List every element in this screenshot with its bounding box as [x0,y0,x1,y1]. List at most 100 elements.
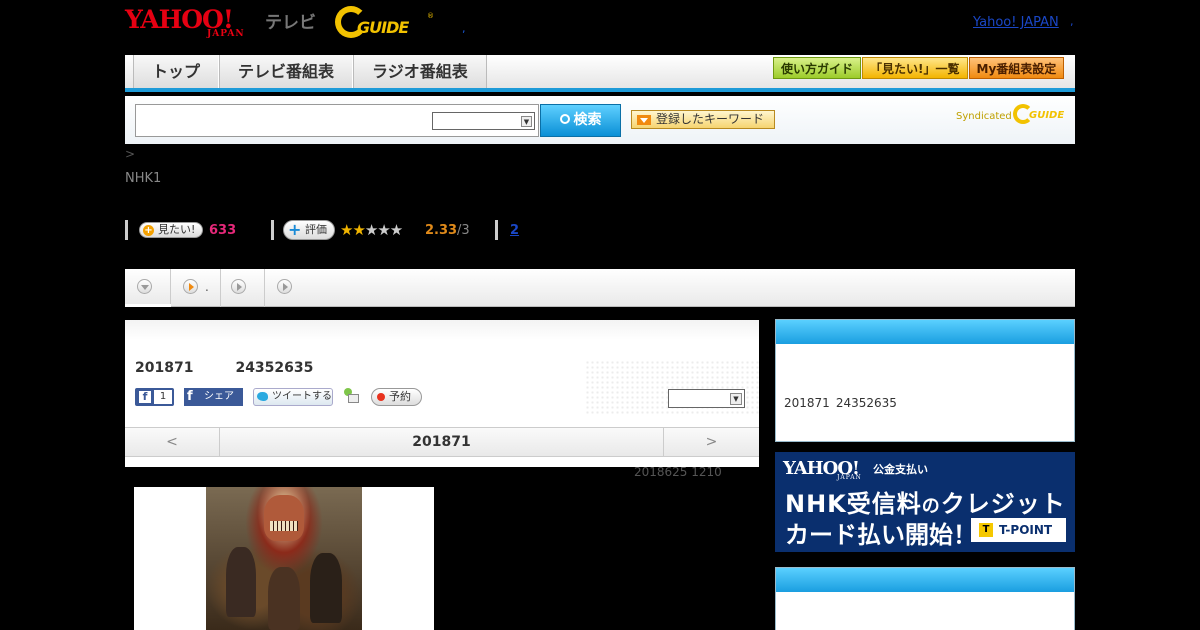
channel-name: NHK1 [125,171,162,186]
facebook-share-label: シェア [204,391,234,402]
rate-button[interactable]: + 評価 [283,220,335,240]
header: YAHOO! JAPAN テレビ GUIDE ® , Yahoo! JAPAN … [125,0,1075,55]
dropdown-arrow-icon [637,115,651,125]
review-count-link[interactable]: 2 [510,223,519,238]
play-icon [183,279,198,294]
stat-divider [495,220,498,240]
record-dot-icon [377,393,385,401]
main-nav: トップ テレビ番組表 ラジオ番組表 使い方ガイド 「見たい!」一覧 My番組表設… [125,55,1075,92]
sidebar-time: 24352635 [835,396,897,410]
usage-guide-button[interactable]: 使い方ガイド [773,57,862,79]
facebook-icon: f [139,391,151,403]
breadcrumb: > [125,147,136,161]
rating-max: /3 [457,223,470,238]
sub-nav: . [125,269,1075,307]
tpoint-icon: T [979,523,993,537]
gguide-logo-text: GUIDE [357,18,409,37]
plus-icon: + [143,225,154,236]
mitai-count: 633 [209,223,237,238]
program-stats: + 見たい! 633 + 評価 ★★★★★ 2.33 /3 2 [125,220,725,240]
subnav-tab-1[interactable] [125,269,171,307]
sidebar-box-header [776,320,1074,344]
tweet-button-label: ツイートする [272,391,332,402]
chevron-down-icon: ▼ [521,116,532,127]
program-image-frame [134,487,434,630]
broadcast-time: 24352635 [235,360,314,376]
search-category-select[interactable]: ▼ [432,112,535,130]
nav-buttons: 使い方ガイド 「見たい!」一覧 My番組表設定 [773,57,1065,79]
subnav-tab-4[interactable] [265,269,309,307]
sidebar-date: 201871 [784,396,830,410]
play-icon [277,279,292,294]
pager-current-date: 201871 [412,434,471,450]
broadcast-datetime: 201871 24352635 [135,360,313,376]
yahoo-logo-japan: JAPAN [207,29,245,39]
sidebar-box-2-header [776,568,1074,592]
reserve-button-label: 予約 [389,390,411,403]
tpoint-badge: T T-POINT [971,518,1066,542]
play-icon [231,279,246,294]
nav-tab-tv-listings[interactable]: テレビ番組表 [219,55,354,88]
search-button[interactable]: 検索 [540,104,621,137]
facebook-share-button[interactable]: f シェア [184,388,243,406]
nav-tabs: トップ テレビ番組表 ラジオ番組表 [133,55,487,88]
registered-keyword-label: 登録したキーワード [656,112,765,126]
sidebar-broadcast-box: 201871 24352635 [775,319,1075,442]
subnav-tab-3[interactable] [221,269,265,307]
add-mitai-icon[interactable] [344,388,360,404]
pager-prev-button[interactable]: < [125,428,220,456]
yahoo-japan-logo[interactable]: YAHOO! JAPAN [125,6,262,42]
chevron-down-icon [137,279,152,294]
reserve-button[interactable]: 予約 [371,388,422,406]
ad-headline-2: カード払い開始！ [785,521,977,549]
syndicated-logo-text: GUIDE [1029,110,1065,121]
rating-value: 2.33 [425,223,458,238]
tweet-button[interactable]: ツイートする [253,388,333,406]
twitter-bird-icon [257,392,268,401]
subnav-tab-2-label: . [205,280,209,294]
ad-headline-1: NHK受信料のクレジット [785,490,1066,518]
facebook-like-count: 1 [154,390,172,404]
search-icon [559,114,570,124]
tv-label[interactable]: テレビ [265,8,316,33]
chevron-down-icon: ▼ [730,393,742,405]
search-button-label: 検索 [573,112,602,128]
search-bar: ▼ 検索 登録したキーワード Syndicated GUIDE [125,96,1075,144]
my-program-settings-button[interactable]: My番組表設定 [968,57,1065,79]
sidebar-broadcast-info: 201871 24352635 [784,396,897,410]
panel-select[interactable]: ▼ [668,389,745,408]
gguide-logo[interactable]: GUIDE ® [335,6,435,42]
broadcast-date: 201871 [135,360,194,376]
ad-label: 公金支払い [873,463,928,476]
rating-stars-icon: ★★★★★ [340,221,403,239]
date-pager: < 201871 > [125,427,759,457]
program-panel: 201871 24352635 f 1 f シェア ツイートする 予約 ▼ < 2… [125,320,759,467]
nav-tab-radio-listings[interactable]: ラジオ番組表 [353,55,487,88]
mitai-button-label: 見たい! [158,223,196,236]
header-separator: , [462,22,466,35]
mitai-list-button[interactable]: 「見たい!」一覧 [862,57,968,79]
mitai-button[interactable]: + 見たい! [139,222,203,238]
tpoint-label: T-POINT [999,523,1053,537]
subnav-tab-2[interactable]: . [171,269,221,307]
sidebar-box-2 [775,567,1075,630]
plus-icon: + [288,220,302,239]
nav-tab-top[interactable]: トップ [133,55,220,88]
active-tab-indicator [125,304,171,307]
stat-divider [125,220,128,240]
nhk-fee-ad-banner[interactable]: YAHOO! JAPAN 公金支払い NHK受信料のクレジット カード払い開始！… [775,452,1075,552]
last-updated: 2018625 1210 [634,465,722,479]
syndicated-gguide-logo: GUIDE [1013,104,1067,126]
ad-yahoo-logo-sub: JAPAN [837,474,862,481]
yahoo-japan-link[interactable]: Yahoo! JAPAN [973,15,1059,30]
program-thumbnail[interactable] [206,487,362,630]
syndicated-label: Syndicated [956,111,1012,122]
gguide-reg-mark: ® [427,12,434,20]
header-link-separator: , [1070,15,1074,28]
registered-keyword-button[interactable]: 登録したキーワード [631,110,775,129]
facebook-like-button[interactable]: f 1 [135,388,174,406]
pager-next-button[interactable]: > [663,428,759,456]
rate-button-label: 評価 [305,223,327,236]
facebook-icon: f [187,389,193,404]
panel-top-strip [125,320,759,340]
